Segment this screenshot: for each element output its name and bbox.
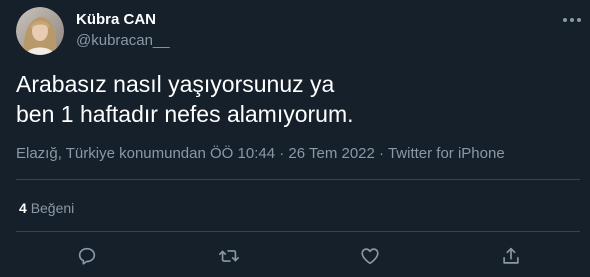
user-handle[interactable]: @kubracan__	[76, 32, 170, 49]
tweet-text-line: Arabasız nasıl yaşıyorsunuz ya	[16, 71, 335, 97]
like-button[interactable]	[359, 245, 381, 267]
reply-icon	[78, 247, 96, 265]
display-name[interactable]: Kübra CAN	[76, 11, 156, 28]
tweet-meta: Elazığ, Türkiye konumundan ÖÖ 10:44 · 26…	[16, 145, 505, 162]
tweet-card: Kübra CAN @kubracan__ Arabasız nasıl yaş…	[0, 0, 590, 277]
meta-separator: ·	[279, 145, 285, 162]
retweet-icon	[219, 250, 239, 262]
share-icon	[503, 247, 519, 264]
avatar-image	[16, 7, 64, 55]
more-options-button[interactable]	[560, 10, 584, 30]
retweet-button[interactable]	[218, 245, 240, 267]
share-button[interactable]	[500, 245, 522, 267]
reply-button[interactable]	[76, 245, 98, 267]
divider	[16, 179, 580, 180]
avatar[interactable]	[16, 7, 64, 55]
likes-label: Beğeni	[30, 200, 75, 216]
more-icon	[563, 18, 581, 22]
tweet-source[interactable]: Twitter for iPhone	[388, 145, 505, 162]
divider	[16, 231, 580, 232]
tweet-time[interactable]: ÖÖ 10:44	[210, 145, 275, 162]
likes-count: 4	[19, 200, 27, 216]
tweet-date[interactable]: 26 Tem 2022	[288, 145, 374, 162]
location-text: Elazığ, Türkiye konumundan	[16, 145, 206, 162]
likes-stat[interactable]: 4 Beğeni	[19, 200, 74, 216]
tweet-text: Arabasız nasıl yaşıyorsunuz ya ben 1 haf…	[16, 69, 576, 129]
meta-separator: ·	[379, 145, 385, 162]
tweet-text-line: ben 1 haftadır nefes alamıyorum.	[16, 101, 354, 127]
heart-icon	[361, 248, 379, 265]
